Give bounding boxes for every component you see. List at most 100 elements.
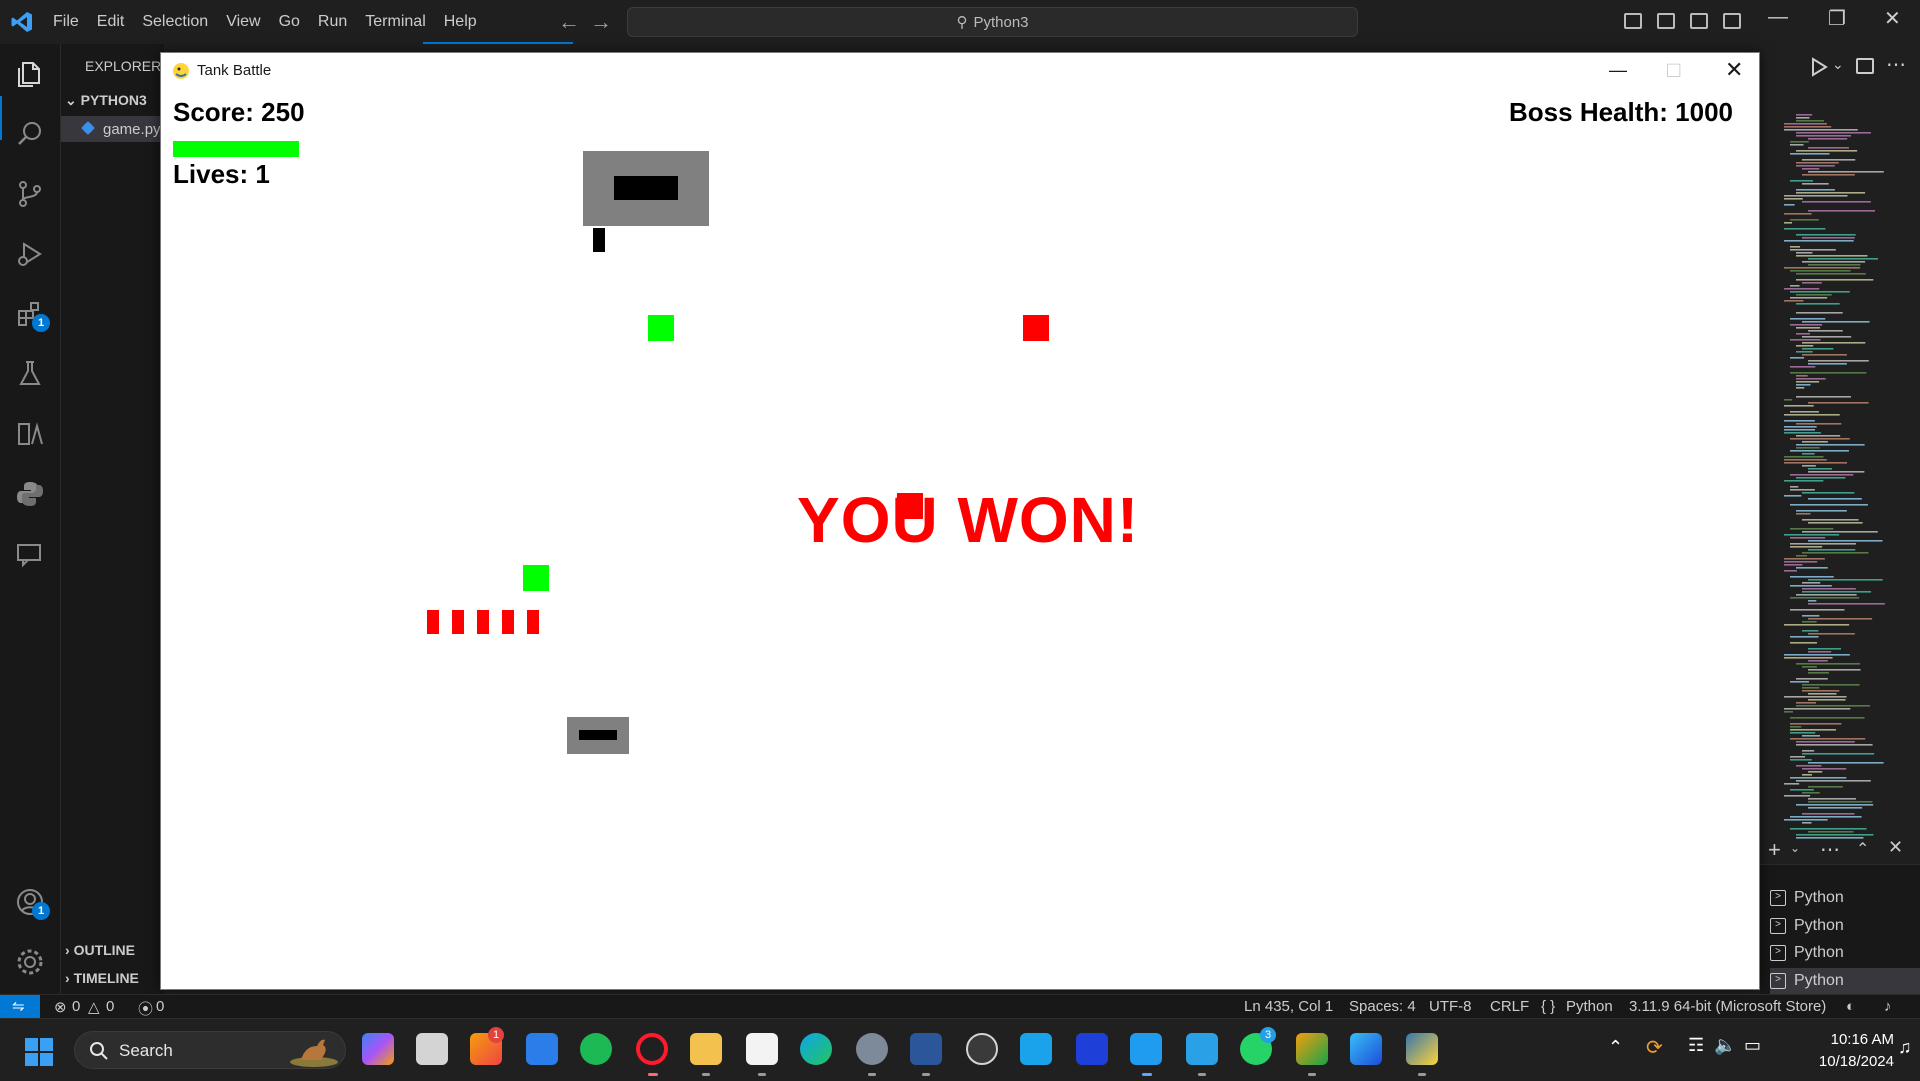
errors-icon[interactable]: ⊗ — [54, 998, 67, 1016]
file-explorer-icon[interactable] — [690, 1033, 722, 1065]
minimap-code-line — [1784, 228, 1826, 230]
remote-desktop-icon[interactable] — [1020, 1033, 1052, 1065]
spotify-icon[interactable] — [580, 1033, 612, 1065]
command-center[interactable]: ⚲ Python3 — [627, 7, 1358, 37]
warning-icon[interactable]: △ — [88, 998, 100, 1016]
ports-count[interactable]: 0 — [156, 998, 164, 1015]
obs-icon[interactable] — [966, 1033, 998, 1065]
encoding[interactable]: UTF-8 — [1429, 998, 1472, 1015]
minimap-code-line — [1796, 741, 1855, 743]
toggle-sidebar-icon[interactable] — [1624, 13, 1642, 29]
source-control-icon[interactable] — [14, 178, 46, 210]
python-icon[interactable] — [14, 478, 46, 510]
game-window: Tank Battle — □ ✕ Score: 250 Lives: 1 Bo… — [160, 52, 1760, 990]
copilot-app-icon[interactable] — [362, 1033, 394, 1065]
timeline-section[interactable]: › TIMELINE — [65, 970, 139, 986]
terminal-item[interactable]: > Python — [1770, 940, 1920, 966]
vscode-taskbar-icon[interactable] — [1130, 1033, 1162, 1065]
mail-icon[interactable] — [526, 1033, 558, 1065]
indentation[interactable]: Spaces: 4 — [1349, 998, 1416, 1015]
maximize-icon[interactable]: □ — [1667, 57, 1680, 83]
settings-gear-icon[interactable] — [856, 1033, 888, 1065]
notepad-icon[interactable] — [1186, 1033, 1218, 1065]
python-idle-icon[interactable] — [1296, 1033, 1328, 1065]
ports-icon[interactable]: ⦿ — [138, 998, 153, 1019]
search-icon[interactable] — [14, 118, 46, 150]
word-icon[interactable] — [910, 1033, 942, 1065]
windows-start-icon[interactable] — [24, 1037, 54, 1067]
run-debug-icon[interactable] — [14, 238, 46, 270]
minimize-icon[interactable]: — — [1609, 60, 1627, 81]
chevron-up-icon[interactable]: ⌃ — [1608, 1037, 1623, 1058]
chevron-up-icon[interactable]: ⌃ — [1856, 839, 1869, 859]
opera-icon[interactable] — [636, 1033, 668, 1065]
terminal-item[interactable]: > Python — [1770, 885, 1920, 911]
run-python-file-icon[interactable] — [1808, 56, 1830, 78]
photos-icon[interactable] — [1350, 1033, 1382, 1065]
chevron-down-icon[interactable]: ⌄ — [1832, 56, 1844, 73]
warnings-count[interactable]: 0 — [106, 998, 114, 1015]
remote-indicator[interactable]: ⇋ — [0, 995, 40, 1019]
close-icon[interactable]: ✕ — [1725, 57, 1743, 83]
explorer-icon[interactable] — [14, 58, 46, 90]
menu-view[interactable]: View — [217, 0, 269, 44]
sync-icon[interactable]: ⟳ — [1646, 1035, 1663, 1060]
toggle-panel-icon[interactable] — [1657, 13, 1675, 29]
testing-icon[interactable] — [14, 358, 46, 390]
whatsapp-badge: 3 — [1260, 1027, 1276, 1043]
minimap-code-line — [1790, 726, 1802, 728]
wifi-icon[interactable]: ☶ — [1688, 1035, 1704, 1056]
copilot-icon[interactable]: ◐ — [1846, 998, 1855, 1015]
forward-arrow-icon[interactable]: → — [590, 9, 612, 35]
game-canvas[interactable]: Score: 250 Lives: 1 Boss Health: 1000 YO… — [161, 89, 1759, 989]
chevron-down-icon[interactable]: ⌄ — [1790, 841, 1800, 855]
search-highlight-kangaroo-icon — [290, 1039, 338, 1067]
system-tray: ⌃ ⟳ ☶ 🔈 ▭ 10:16 AM 10/18/2024 ♫ — [1600, 1019, 1920, 1081]
menu-help[interactable]: Help — [435, 0, 486, 44]
minimize-icon[interactable]: — — [1768, 6, 1788, 29]
game-window-titlebar[interactable]: Tank Battle — □ ✕ — [161, 53, 1759, 89]
menu-selection[interactable]: Selection — [133, 0, 217, 44]
cursor-position[interactable]: Ln 435, Col 1 — [1244, 998, 1333, 1015]
notifications-bell-icon[interactable]: ♪ — [1884, 998, 1892, 1015]
microsoft-store-icon[interactable] — [746, 1033, 778, 1065]
menu-edit[interactable]: Edit — [88, 0, 134, 44]
chat-icon[interactable] — [14, 538, 46, 570]
errors-count[interactable]: 0 — [72, 998, 80, 1015]
python-interpreter[interactable]: 3.11.9 64-bit (Microsoft Store) — [1629, 998, 1826, 1015]
pygame-window-icon[interactable] — [1406, 1033, 1438, 1065]
menu-go[interactable]: Go — [270, 0, 309, 44]
gear-icon[interactable] — [14, 946, 46, 978]
folder-row[interactable]: ⌄ PYTHON3 — [65, 92, 147, 109]
terminal-item-selected[interactable]: > Python — [1770, 968, 1920, 994]
menu-run[interactable]: Run — [309, 0, 356, 44]
more-actions-icon[interactable]: ⋯ — [1820, 837, 1840, 862]
file-row-game-py[interactable]: game.py — [61, 116, 165, 142]
restore-icon[interactable]: ❐ — [1828, 6, 1846, 31]
volume-icon[interactable]: 🔈 — [1714, 1035, 1736, 1056]
edge-icon[interactable] — [800, 1033, 832, 1065]
language-mode[interactable]: Python — [1566, 998, 1613, 1015]
battery-icon[interactable]: ▭ — [1744, 1035, 1761, 1056]
l-app-icon[interactable] — [1076, 1033, 1108, 1065]
minimap-code-line — [1808, 633, 1855, 635]
close-icon[interactable]: ✕ — [1884, 6, 1901, 31]
menu-terminal[interactable]: Terminal — [356, 0, 434, 44]
line-ending[interactable]: CRLF — [1490, 998, 1529, 1015]
customize-layout-icon[interactable] — [1723, 13, 1741, 29]
remote-explorer-icon[interactable] — [14, 418, 46, 450]
taskbar-search-box[interactable]: Search — [74, 1031, 346, 1069]
menu-file[interactable]: File — [44, 0, 88, 44]
terminal-item[interactable]: > Python — [1770, 913, 1920, 939]
outline-section[interactable]: › OUTLINE — [65, 942, 135, 958]
more-actions-icon[interactable]: ⋯ — [1886, 52, 1906, 77]
back-arrow-icon[interactable]: ← — [558, 9, 580, 35]
close-panel-icon[interactable]: ✕ — [1888, 837, 1903, 858]
new-terminal-icon[interactable]: + — [1768, 837, 1781, 863]
notifications-icon[interactable]: ♫ — [1898, 1037, 1912, 1058]
split-editor-icon[interactable] — [1856, 58, 1874, 74]
clock-time[interactable]: 10:16 AM — [1831, 1031, 1894, 1048]
task-view-icon[interactable] — [416, 1033, 448, 1065]
clock-date[interactable]: 10/18/2024 — [1819, 1053, 1894, 1070]
toggle-secondary-sidebar-icon[interactable] — [1690, 13, 1708, 29]
